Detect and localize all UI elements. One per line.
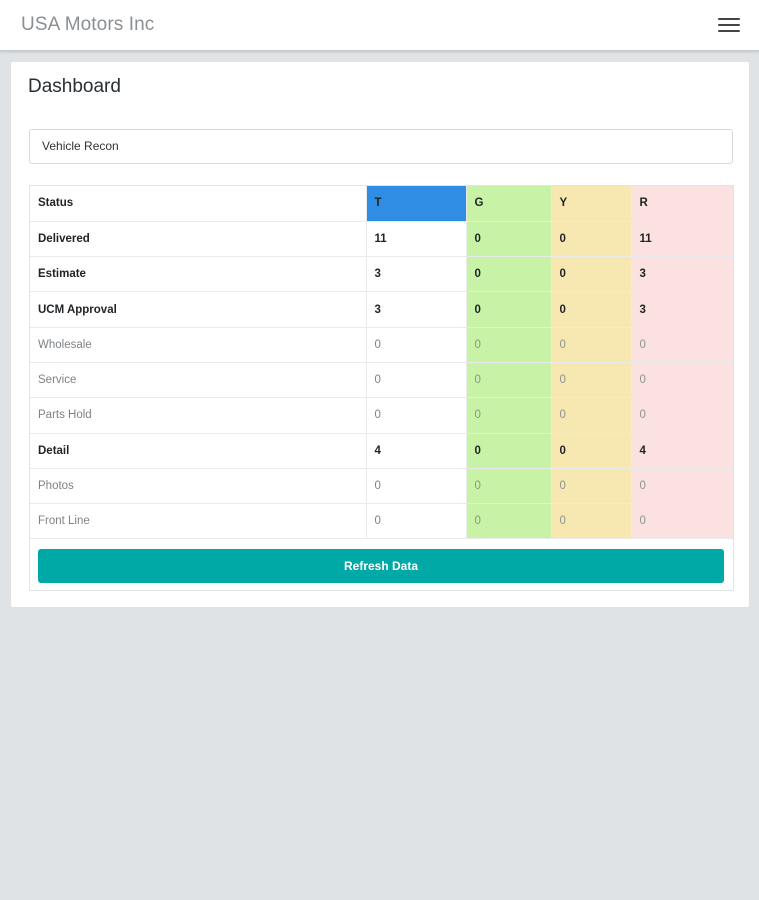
table-row[interactable]: Estimate 3 0 0 3 xyxy=(30,256,733,293)
row-status: Estimate xyxy=(30,256,367,293)
row-status: Parts Hold xyxy=(30,397,367,434)
row-y: 0 xyxy=(551,362,632,399)
table-row[interactable]: Parts Hold 0 0 0 0 xyxy=(30,397,733,434)
row-t: 0 xyxy=(366,503,467,540)
row-g: 0 xyxy=(466,397,552,434)
refresh-data-button[interactable]: Refresh Data xyxy=(38,549,724,583)
row-status: Delivered xyxy=(30,221,367,258)
hamburger-line xyxy=(718,18,740,20)
dashboard-card: Dashboard Vehicle Recon Status T G Y R D… xyxy=(11,62,749,607)
row-g: 0 xyxy=(466,291,552,328)
row-status: Front Line xyxy=(30,503,367,540)
row-y: 0 xyxy=(551,397,632,434)
status-table: Status T G Y R Delivered 11 0 0 11 Estim… xyxy=(30,186,733,540)
row-y: 0 xyxy=(551,221,632,258)
table-row[interactable]: Front Line 0 0 0 0 xyxy=(30,503,733,540)
header-y: Y xyxy=(551,186,632,222)
row-status: Wholesale xyxy=(30,327,367,363)
table-row[interactable]: Photos 0 0 0 0 xyxy=(30,468,733,505)
row-y: 0 xyxy=(551,503,632,540)
table-row[interactable]: UCM Approval 3 0 0 3 xyxy=(30,291,733,328)
row-r: 3 xyxy=(631,291,733,328)
row-r: 11 xyxy=(631,221,733,258)
row-g: 0 xyxy=(466,327,552,363)
row-y: 0 xyxy=(551,433,632,469)
row-r: 0 xyxy=(631,362,733,399)
header-status: Status xyxy=(30,186,367,222)
top-navbar: USA Motors Inc xyxy=(0,0,759,52)
row-r: 0 xyxy=(631,327,733,363)
row-g: 0 xyxy=(466,221,552,258)
row-t: 0 xyxy=(366,362,467,399)
table-row[interactable]: Service 0 0 0 0 xyxy=(30,362,733,399)
status-table-container: Status T G Y R Delivered 11 0 0 11 Estim… xyxy=(29,185,734,591)
row-r: 4 xyxy=(631,433,733,469)
page-title: Dashboard xyxy=(28,76,121,97)
row-g: 0 xyxy=(466,468,552,505)
row-t: 3 xyxy=(366,256,467,293)
table-header-row: Status T G Y R xyxy=(30,186,733,222)
row-t: 4 xyxy=(366,433,467,469)
hamburger-menu-icon[interactable] xyxy=(714,16,742,36)
row-r: 0 xyxy=(631,468,733,505)
header-g: G xyxy=(466,186,552,222)
hamburger-line xyxy=(718,24,740,26)
row-status: Photos xyxy=(30,468,367,505)
row-g: 0 xyxy=(466,503,552,540)
row-r: 0 xyxy=(631,503,733,540)
row-t: 0 xyxy=(366,468,467,505)
row-g: 0 xyxy=(466,433,552,469)
row-y: 0 xyxy=(551,291,632,328)
brand-title[interactable]: USA Motors Inc xyxy=(21,14,154,36)
row-t: 3 xyxy=(366,291,467,328)
row-y: 0 xyxy=(551,468,632,505)
row-t: 0 xyxy=(366,327,467,363)
row-g: 0 xyxy=(466,362,552,399)
row-t: 11 xyxy=(366,221,467,258)
refresh-row: Refresh Data xyxy=(30,541,733,591)
view-select[interactable]: Vehicle Recon xyxy=(29,129,733,164)
row-g: 0 xyxy=(466,256,552,293)
header-r: R xyxy=(631,186,733,222)
table-row[interactable]: Detail 4 0 0 4 xyxy=(30,433,733,469)
row-t: 0 xyxy=(366,397,467,434)
row-r: 0 xyxy=(631,397,733,434)
row-y: 0 xyxy=(551,327,632,363)
hamburger-line xyxy=(718,30,740,32)
row-r: 3 xyxy=(631,256,733,293)
table-row[interactable]: Delivered 11 0 0 11 xyxy=(30,221,733,258)
table-row[interactable]: Wholesale 0 0 0 0 xyxy=(30,327,733,363)
header-t: T xyxy=(366,186,467,222)
row-y: 0 xyxy=(551,256,632,293)
row-status: Detail xyxy=(30,433,367,469)
row-status: UCM Approval xyxy=(30,291,367,328)
row-status: Service xyxy=(30,362,367,399)
